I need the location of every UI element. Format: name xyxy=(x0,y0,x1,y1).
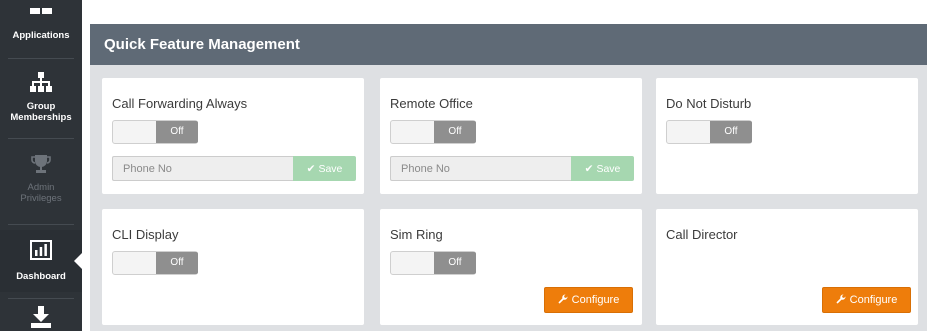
panel-title: Quick Feature Management xyxy=(90,24,927,65)
card-do-not-disturb: Do Not Disturb Off xyxy=(656,78,918,194)
org-chart-icon xyxy=(30,72,52,95)
divider xyxy=(8,58,74,59)
call-forwarding-save-button[interactable]: ✔ Save xyxy=(293,156,356,181)
sidebar-item-label: Dashboard xyxy=(16,271,66,282)
toggle-label: Off xyxy=(434,121,476,143)
quick-feature-panel: Quick Feature Management Call Forwarding… xyxy=(90,24,927,331)
card-cli-display: CLI Display Off xyxy=(102,209,364,325)
configure-label: Configure xyxy=(571,294,620,306)
card-title: CLI Display xyxy=(112,227,179,242)
checkmark-icon: ✔ xyxy=(306,162,316,175)
call-forwarding-phone-input[interactable] xyxy=(112,156,293,181)
sidebar-item-label: Applications xyxy=(12,30,70,41)
remote-office-save-button[interactable]: ✔ Save xyxy=(571,156,634,181)
trophy-icon xyxy=(31,154,51,177)
toggle-label: Off xyxy=(434,252,476,274)
sidebar-item-group-memberships[interactable]: Group Memberships xyxy=(0,64,82,132)
sim-ring-configure-button[interactable]: Configure xyxy=(544,287,633,313)
download-icon xyxy=(31,306,51,331)
checkmark-icon: ✔ xyxy=(584,162,594,175)
sidebar-item-download[interactable] xyxy=(0,302,82,331)
sidebar-item-label: Group Memberships xyxy=(10,101,72,123)
card-title: Call Director xyxy=(666,227,738,242)
sidebar: Applications Group Memberships Admin Pri… xyxy=(0,0,82,331)
grid-icon xyxy=(30,8,52,19)
card-title: Remote Office xyxy=(390,96,473,111)
divider xyxy=(8,224,74,225)
card-call-forwarding-always: Call Forwarding Always Off ✔ Save xyxy=(102,78,364,194)
remote-office-phone-group: ✔ Save xyxy=(390,156,634,181)
card-title: Do Not Disturb xyxy=(666,96,752,111)
divider xyxy=(8,138,74,139)
card-title: Call Forwarding Always xyxy=(112,96,248,111)
cli-display-toggle[interactable]: Off xyxy=(112,251,198,275)
call-forwarding-phone-group: ✔ Save xyxy=(112,156,356,181)
wrench-icon xyxy=(558,293,568,307)
call-director-configure-button[interactable]: Configure xyxy=(822,287,911,313)
configure-label: Configure xyxy=(849,294,898,306)
card-call-director: Call Director Configure xyxy=(656,209,918,325)
sidebar-item-dashboard[interactable]: Dashboard xyxy=(0,230,82,292)
bar-chart-icon xyxy=(30,240,52,263)
do-not-disturb-toggle[interactable]: Off xyxy=(666,120,752,144)
toggle-label: Off xyxy=(156,252,198,274)
active-indicator xyxy=(74,253,82,269)
sidebar-item-admin-privileges[interactable]: Admin Privileges xyxy=(0,146,82,216)
card-remote-office: Remote Office Off ✔ Save xyxy=(380,78,642,194)
card-title: Sim Ring xyxy=(390,227,443,242)
remote-office-toggle[interactable]: Off xyxy=(390,120,476,144)
call-forwarding-always-toggle[interactable]: Off xyxy=(112,120,198,144)
card-sim-ring: Sim Ring Off Configure xyxy=(380,209,642,325)
divider xyxy=(8,298,74,299)
sidebar-item-label: Admin Privileges xyxy=(20,182,62,204)
remote-office-phone-input[interactable] xyxy=(390,156,571,181)
toggle-label: Off xyxy=(156,121,198,143)
wrench-icon xyxy=(836,293,846,307)
toggle-label: Off xyxy=(710,121,752,143)
sidebar-item-applications[interactable]: Applications xyxy=(0,0,82,44)
save-label: Save xyxy=(318,162,343,175)
sim-ring-toggle[interactable]: Off xyxy=(390,251,476,275)
save-label: Save xyxy=(596,162,621,175)
